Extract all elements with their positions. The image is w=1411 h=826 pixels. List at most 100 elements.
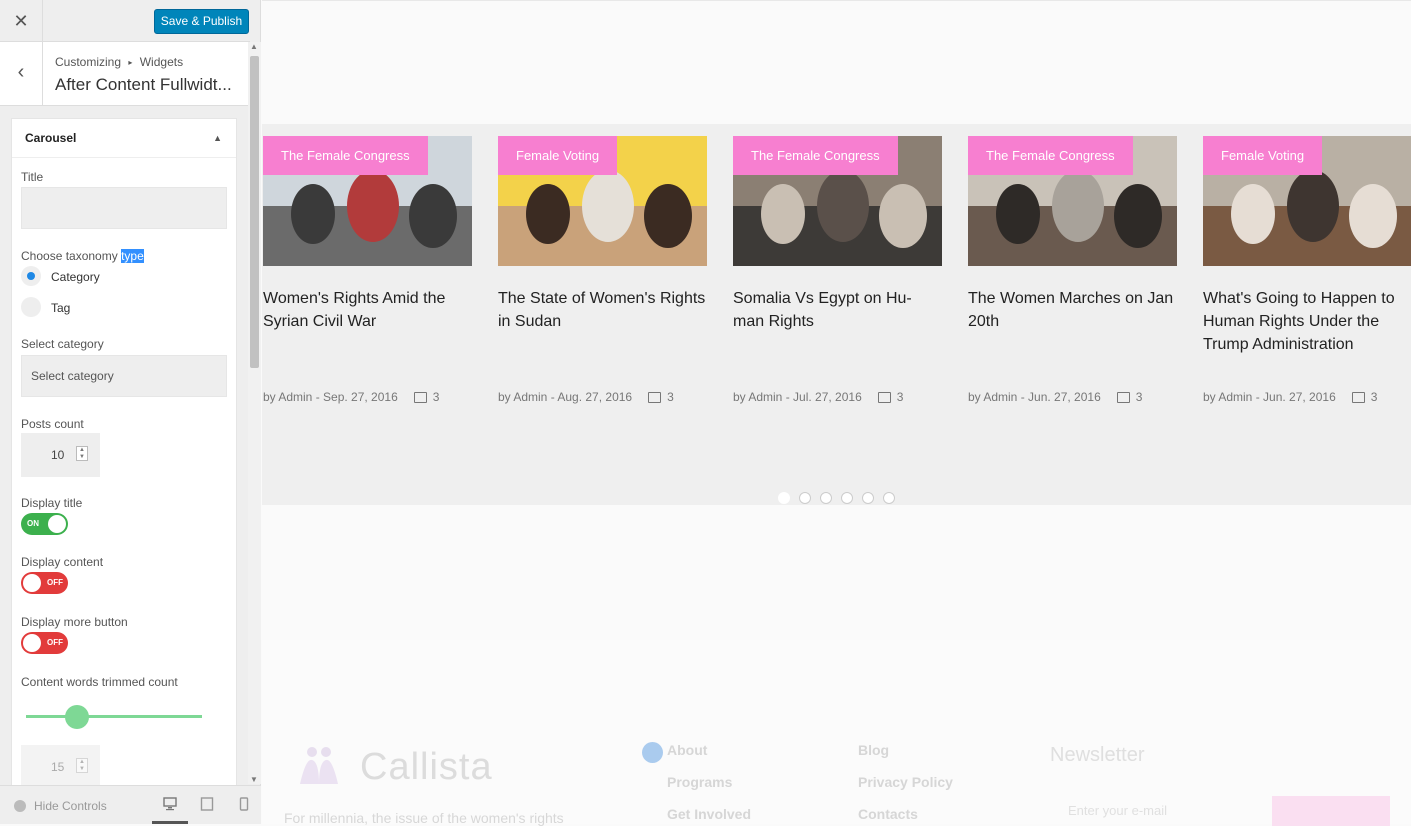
breadcrumb-widgets: Widgets xyxy=(139,55,184,69)
card-comment-count[interactable]: 3 xyxy=(1136,390,1143,404)
taxonomy-label-text: Choose taxonomy xyxy=(21,249,122,263)
card-image[interactable]: The Female Congress xyxy=(733,136,942,266)
card-author-date: by Admin - Jun. 27, 2016 xyxy=(1203,390,1336,404)
taxonomy-label: Choose taxonomy type xyxy=(21,249,144,263)
card-image[interactable]: Female Voting xyxy=(498,136,707,266)
words-trimmed-input[interactable]: 15 ▲ ▼ xyxy=(21,745,100,789)
display-more-state: OFF xyxy=(47,638,63,647)
tablet-preview-icon[interactable] xyxy=(200,797,214,811)
scrollbar-thumb[interactable] xyxy=(250,56,259,368)
card-title[interactable]: The State of Women's Rights in Sudan xyxy=(498,287,707,357)
card-meta: by Admin - Jun. 27, 2016 3 xyxy=(1203,390,1411,404)
card-title[interactable]: Women's Rights Amid the Syrian Civil War xyxy=(263,287,472,357)
card-comment-count[interactable]: 3 xyxy=(897,390,904,404)
footer-brand: Callista xyxy=(360,746,493,788)
posts-count-value: 10 xyxy=(51,448,65,462)
card-title[interactable]: Somalia Vs Egypt on Hu-man Rights xyxy=(733,287,942,357)
radio-tag[interactable] xyxy=(21,297,41,317)
back-button[interactable]: ‹ xyxy=(0,42,43,105)
scroll-down-icon[interactable]: ▼ xyxy=(250,775,258,784)
newsletter-subscribe-button[interactable] xyxy=(1272,796,1390,826)
radio-category[interactable] xyxy=(21,266,41,286)
close-customizer-button[interactable]: ✕ xyxy=(0,0,43,42)
card-meta: by Admin - Jul. 27, 2016 3 xyxy=(733,390,942,404)
taxonomy-label-selection: type xyxy=(121,249,144,263)
carousel-dot[interactable] xyxy=(799,492,811,504)
title-input[interactable] xyxy=(21,187,227,229)
card-image[interactable]: The Female Congress xyxy=(968,136,1177,266)
divider xyxy=(262,0,1411,1)
site-footer: Callista For millennia, the issue of the… xyxy=(262,640,1411,826)
stepper-up-icon[interactable]: ▲ xyxy=(79,447,85,453)
carousel-dot[interactable] xyxy=(862,492,874,504)
newsletter-title: Newsletter xyxy=(1050,744,1145,766)
footer-link-programs[interactable]: Programs xyxy=(667,774,732,790)
hide-controls-button[interactable]: Hide Controls xyxy=(14,799,107,813)
newsletter-email-input[interactable]: Enter your e-mail xyxy=(1052,796,1272,826)
card-image[interactable]: Female Voting xyxy=(1203,136,1411,266)
carousel-card[interactable]: The Female Congress Somalia Vs Egypt on H… xyxy=(733,136,942,404)
widget-header[interactable]: Carousel ▲ xyxy=(12,119,236,158)
select-category-dropdown[interactable]: Select category xyxy=(21,355,227,397)
comment-icon xyxy=(648,391,662,403)
collapse-arrow-icon[interactable]: ▲ xyxy=(213,119,222,158)
carousel-card[interactable]: Female Voting The State of Women's Rights… xyxy=(498,136,707,404)
save-publish-button[interactable]: Save & Publish xyxy=(154,9,249,34)
card-author-date: by Admin - Jul. 27, 2016 xyxy=(733,390,862,404)
callista-logo-icon xyxy=(300,747,338,784)
card-meta: by Admin - Sep. 27, 2016 3 xyxy=(263,390,472,404)
customizer-footer: Hide Controls xyxy=(0,785,261,824)
carousel-dot[interactable] xyxy=(820,492,832,504)
carousel-card[interactable]: Female Voting What's Going to Happen to H… xyxy=(1203,136,1411,404)
select-category-label: Select category xyxy=(21,337,104,351)
footer-link-get-involved[interactable]: Get Involved xyxy=(667,806,751,822)
card-comment-count[interactable]: 3 xyxy=(433,390,440,404)
posts-count-stepper[interactable]: ▲ ▼ xyxy=(76,446,88,461)
site-preview: The Female Congress Women's Rights Amid t… xyxy=(262,0,1411,826)
footer-link-blog[interactable]: Blog xyxy=(858,742,889,758)
carousel-dot[interactable] xyxy=(883,492,895,504)
card-title[interactable]: What's Going to Happen to Human Rights U… xyxy=(1203,287,1411,357)
customizer-header: ✕ Save & Publish xyxy=(0,0,250,42)
card-category-badge[interactable]: Female Voting xyxy=(1203,136,1323,175)
slider-handle[interactable] xyxy=(65,705,89,729)
card-meta: by Admin - Aug. 27, 2016 3 xyxy=(498,390,707,404)
card-title[interactable]: The Women Marches on Jan 20th xyxy=(968,287,1177,357)
carousel-card[interactable]: The Female Congress Women's Rights Amid t… xyxy=(263,136,472,404)
card-comment-count[interactable]: 3 xyxy=(1371,390,1378,404)
card-category-badge[interactable]: The Female Congress xyxy=(733,136,898,175)
display-title-label: Display title xyxy=(21,496,83,510)
words-trimmed-slider[interactable] xyxy=(26,715,202,718)
display-content-label: Display content xyxy=(21,555,104,569)
mobile-preview-icon[interactable] xyxy=(237,797,251,811)
footer-link-about[interactable]: About xyxy=(667,742,707,758)
card-category-badge[interactable]: The Female Congress xyxy=(968,136,1133,175)
stepper-down-icon[interactable]: ▼ xyxy=(79,766,85,772)
footer-link-privacy[interactable]: Privacy Policy xyxy=(858,774,953,790)
stepper-up-icon[interactable]: ▲ xyxy=(79,759,85,765)
display-content-toggle[interactable]: OFF xyxy=(21,572,68,594)
carousel-widget-form: Carousel ▲ Title Choose taxonomy type Ca… xyxy=(11,118,237,798)
scroll-up-icon[interactable]: ▲ xyxy=(250,42,258,51)
radio-category-label: Category xyxy=(51,270,100,284)
display-title-toggle[interactable]: ON xyxy=(21,513,68,535)
card-comment-count[interactable]: 3 xyxy=(667,390,674,404)
sidebar-scrollbar[interactable]: ▲ ▼ xyxy=(248,42,261,784)
display-more-toggle[interactable]: OFF xyxy=(21,632,68,654)
radio-tag-label: Tag xyxy=(51,301,71,315)
stepper-down-icon[interactable]: ▼ xyxy=(79,454,85,460)
collapse-arrow-icon xyxy=(14,800,26,812)
carousel-dot[interactable] xyxy=(778,492,790,504)
footer-link-contacts[interactable]: Contacts xyxy=(858,806,918,822)
card-author-date: by Admin - Aug. 27, 2016 xyxy=(498,390,633,404)
card-image[interactable]: The Female Congress xyxy=(263,136,472,266)
carousel-dot[interactable] xyxy=(841,492,853,504)
carousel-card[interactable]: The Female Congress The Women Marches on … xyxy=(968,136,1177,404)
comment-icon xyxy=(1351,391,1365,403)
words-trimmed-stepper[interactable]: ▲ ▼ xyxy=(76,758,88,773)
desktop-preview-icon[interactable] xyxy=(163,797,177,811)
posts-count-input[interactable]: 10 ▲ ▼ xyxy=(21,433,100,477)
card-category-badge[interactable]: The Female Congress xyxy=(263,136,428,175)
close-icon: ✕ xyxy=(13,11,29,31)
card-category-badge[interactable]: Female Voting xyxy=(498,136,618,175)
